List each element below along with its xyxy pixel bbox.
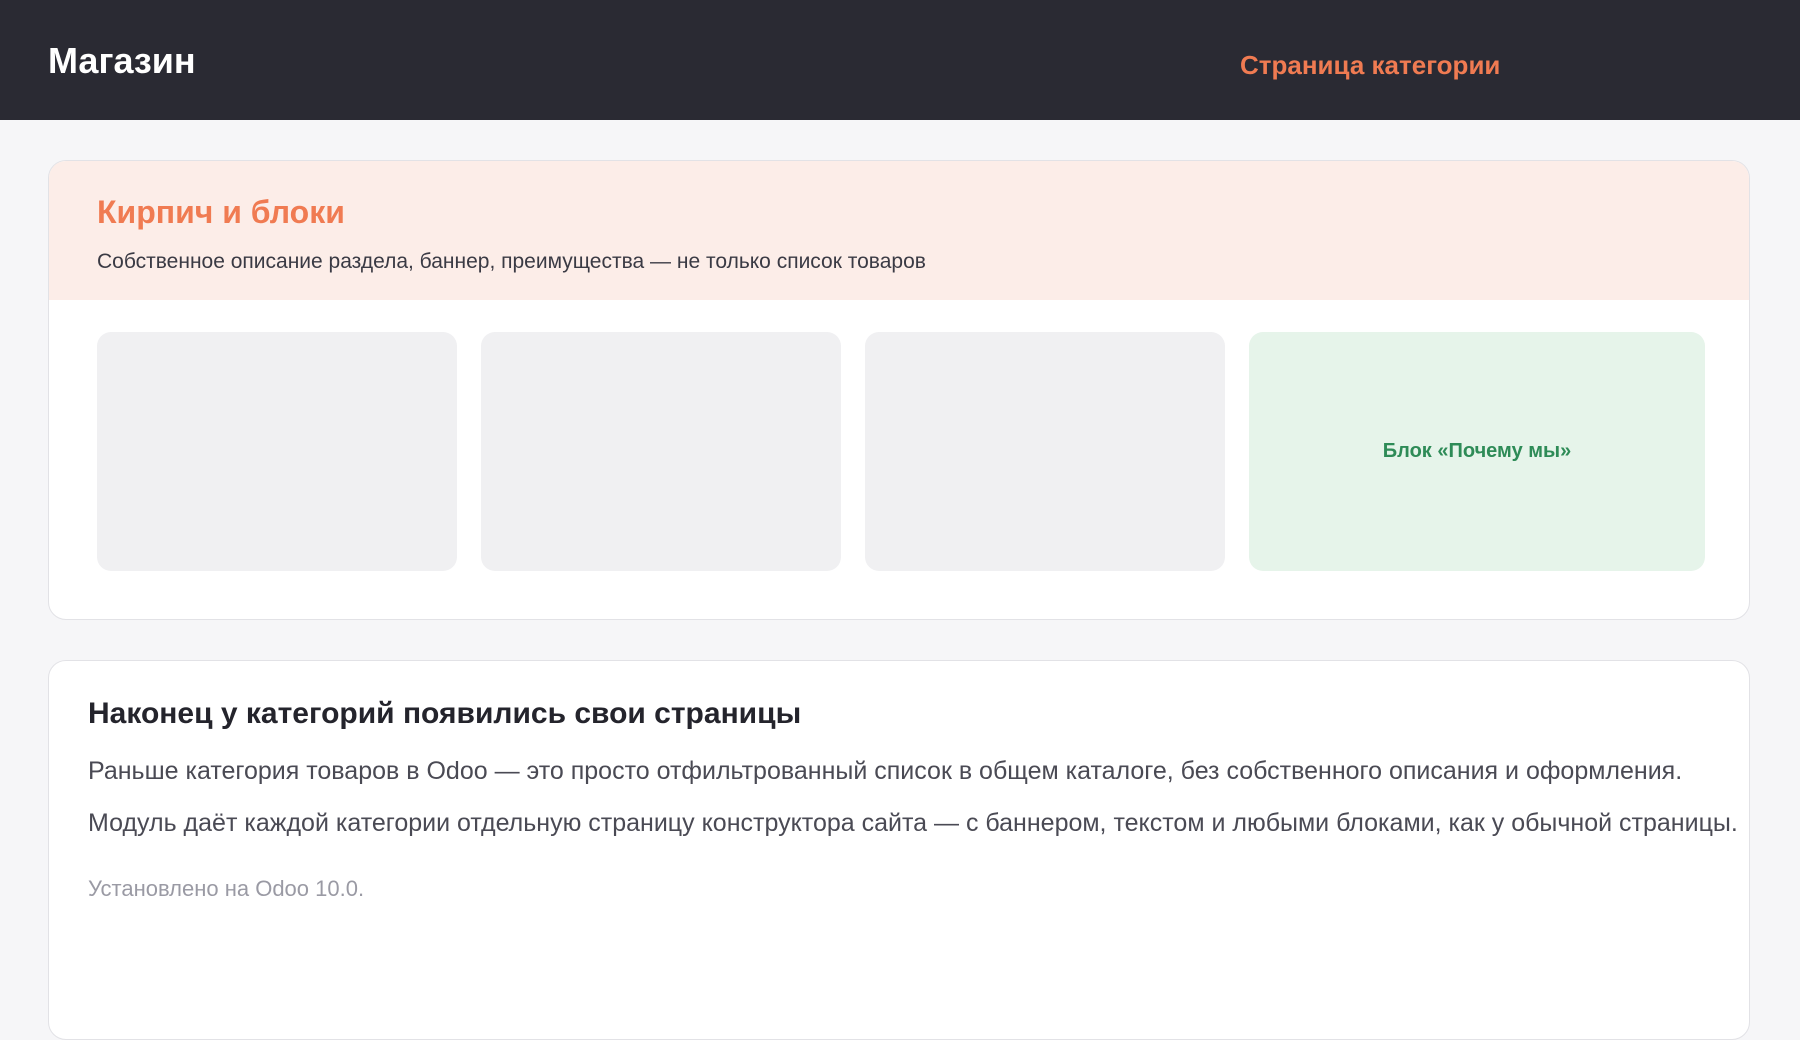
product-tile-placeholder bbox=[865, 332, 1225, 571]
article-title: Наконец у категорий появились свои стран… bbox=[88, 697, 802, 730]
category-page-card: Кирпич и блоки Собственное описание разд… bbox=[48, 160, 1750, 620]
product-tile-placeholder bbox=[481, 332, 841, 571]
why-us-block: Блок «Почему мы» bbox=[1249, 332, 1705, 571]
article-paragraph: Раньше категория товаров в Odoo — это пр… bbox=[88, 757, 1683, 785]
site-brand[interactable]: Магазин bbox=[48, 40, 196, 82]
category-title: Кирпич и блоки bbox=[97, 194, 345, 230]
nav-link-category-page[interactable]: Страница категории bbox=[1240, 50, 1500, 80]
product-tile-placeholder bbox=[97, 332, 457, 571]
category-description: Собственное описание раздела, баннер, пр… bbox=[97, 250, 926, 273]
category-banner: Кирпич и блоки Собственное описание разд… bbox=[49, 161, 1749, 300]
site-header: Магазин Страница категории bbox=[0, 0, 1800, 120]
article-paragraph: Модуль даёт каждой категории отдельную с… bbox=[88, 809, 1738, 837]
why-us-label: Блок «Почему мы» bbox=[1382, 440, 1572, 462]
article-version-note: Установлено на Odoo 10.0. bbox=[88, 876, 365, 901]
article-card: Наконец у категорий появились свои стран… bbox=[48, 660, 1750, 1040]
